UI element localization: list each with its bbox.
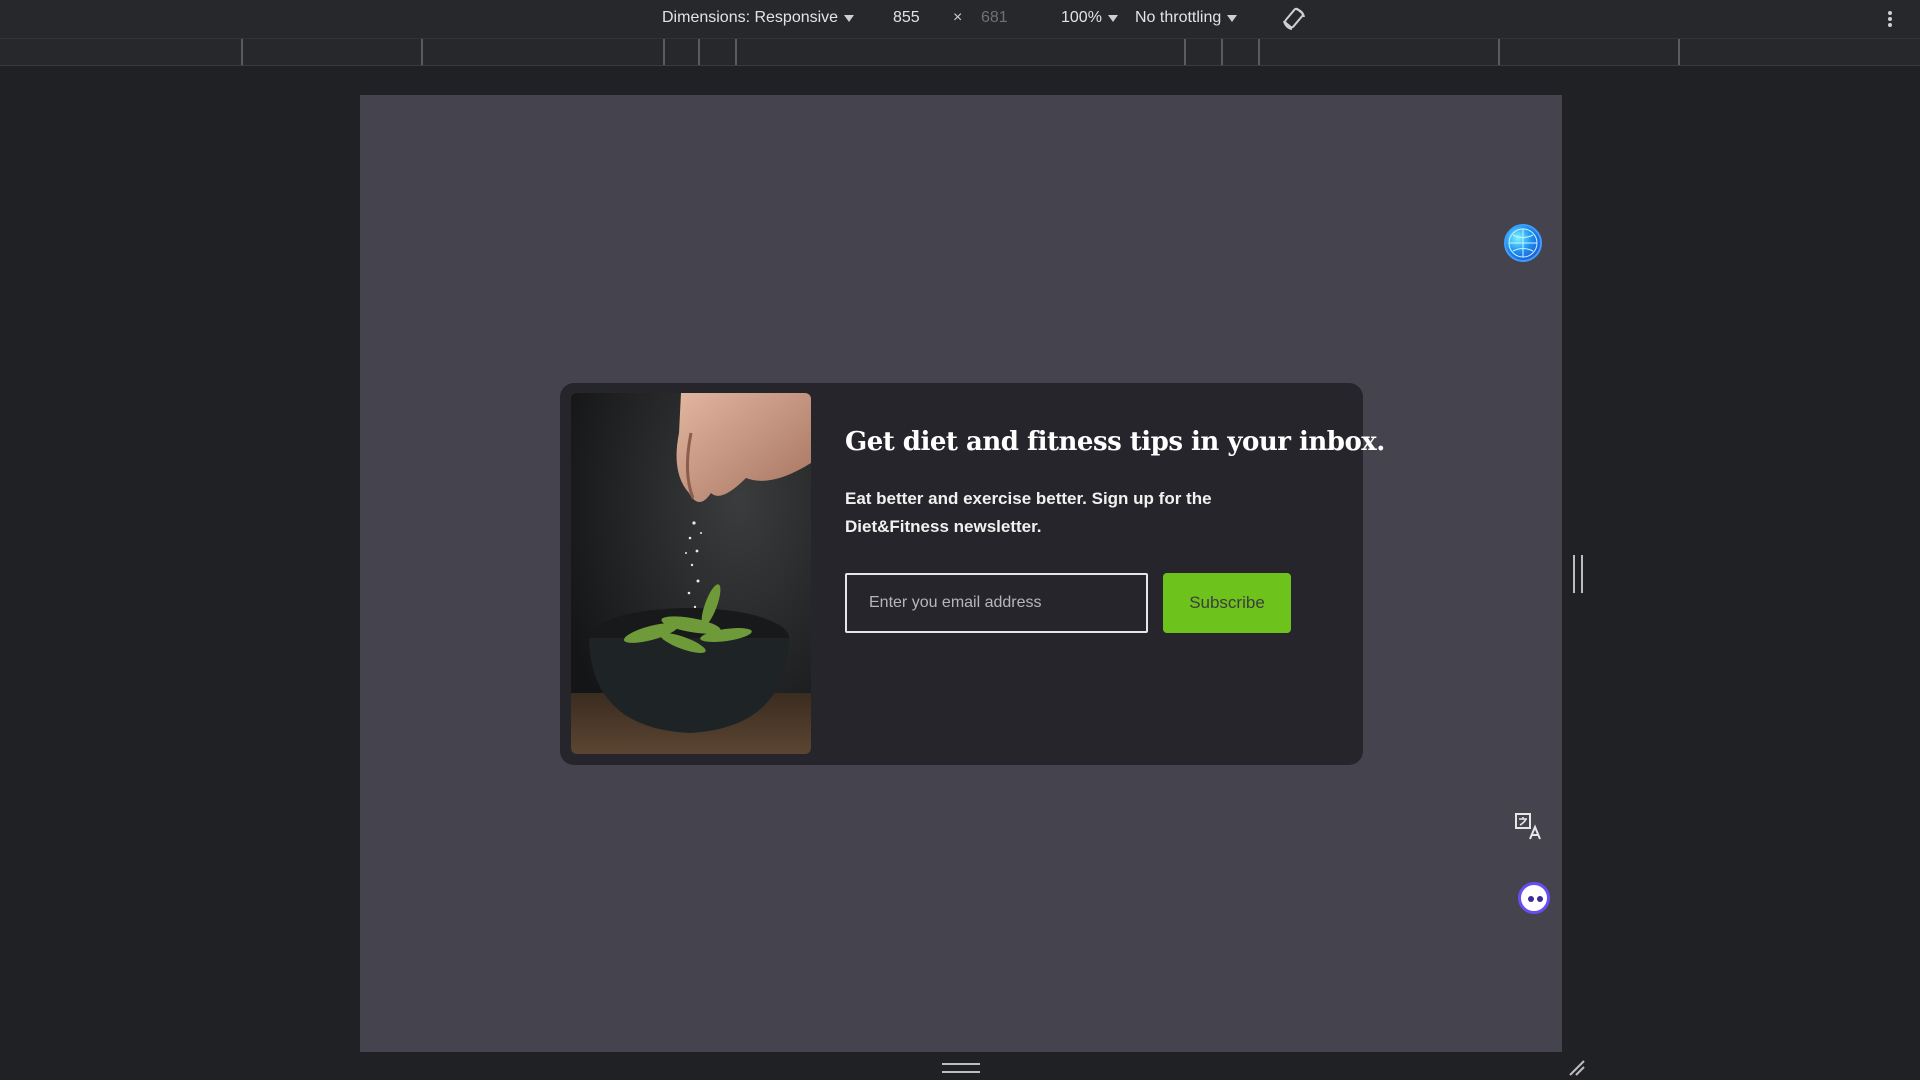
- food-photo: [571, 393, 811, 754]
- ruler-marker[interactable]: [735, 39, 737, 65]
- resize-handle-corner[interactable]: [1566, 1057, 1586, 1077]
- ruler-marker[interactable]: [241, 39, 243, 65]
- chevron-down-icon: [1107, 14, 1118, 22]
- chevron-down-icon: [1227, 14, 1238, 22]
- newsletter-modal: Get diet and fitness tips in your inbox.…: [560, 383, 1385, 765]
- chevron-down-icon: [844, 14, 855, 22]
- ruler-marker[interactable]: [1498, 39, 1500, 65]
- dimensions-label: Dimensions: Responsive: [662, 9, 839, 26]
- width-input[interactable]: 855: [893, 9, 920, 27]
- throttling-dropdown[interactable]: No throttling: [1135, 9, 1238, 27]
- ruler-marker[interactable]: [1184, 39, 1186, 65]
- email-input[interactable]: [845, 573, 1148, 633]
- throttling-label: No throttling: [1135, 9, 1222, 26]
- extension-globe-icon[interactable]: [1504, 224, 1542, 262]
- subscribe-button[interactable]: Subscribe: [1163, 573, 1291, 633]
- resize-handle-right[interactable]: [1573, 555, 1583, 593]
- ruler-marker[interactable]: [421, 39, 423, 65]
- more-options-icon[interactable]: [1886, 10, 1894, 28]
- translate-icon[interactable]: [1514, 812, 1544, 842]
- ruler-marker[interactable]: [1678, 39, 1680, 65]
- resize-handle-bottom[interactable]: [942, 1063, 980, 1073]
- ruler-marker[interactable]: [698, 39, 700, 65]
- newsletter-content: Get diet and fitness tips in your inbox.…: [845, 427, 1385, 541]
- dimensions-dropdown[interactable]: Dimensions: Responsive: [662, 9, 855, 27]
- newsletter-description: Eat better and exercise better. Sign up …: [845, 489, 1212, 536]
- ruler-marker[interactable]: [1221, 39, 1223, 65]
- newsletter-headline: Get diet and fitness tips in your inbox.: [845, 427, 1385, 457]
- media-query-ruler: [0, 38, 1920, 66]
- rotate-icon[interactable]: [1281, 6, 1307, 32]
- device-toolbar: Dimensions: Responsive 855 × 681 100% No…: [0, 0, 1920, 38]
- zoom-label: 100%: [1061, 9, 1102, 26]
- zoom-dropdown[interactable]: 100%: [1061, 9, 1118, 27]
- height-input[interactable]: 681: [981, 9, 1008, 27]
- ruler-marker[interactable]: [663, 39, 665, 65]
- ruler-marker[interactable]: [1258, 39, 1260, 65]
- assistant-icon[interactable]: [1518, 882, 1550, 914]
- dimension-separator: ×: [953, 9, 963, 26]
